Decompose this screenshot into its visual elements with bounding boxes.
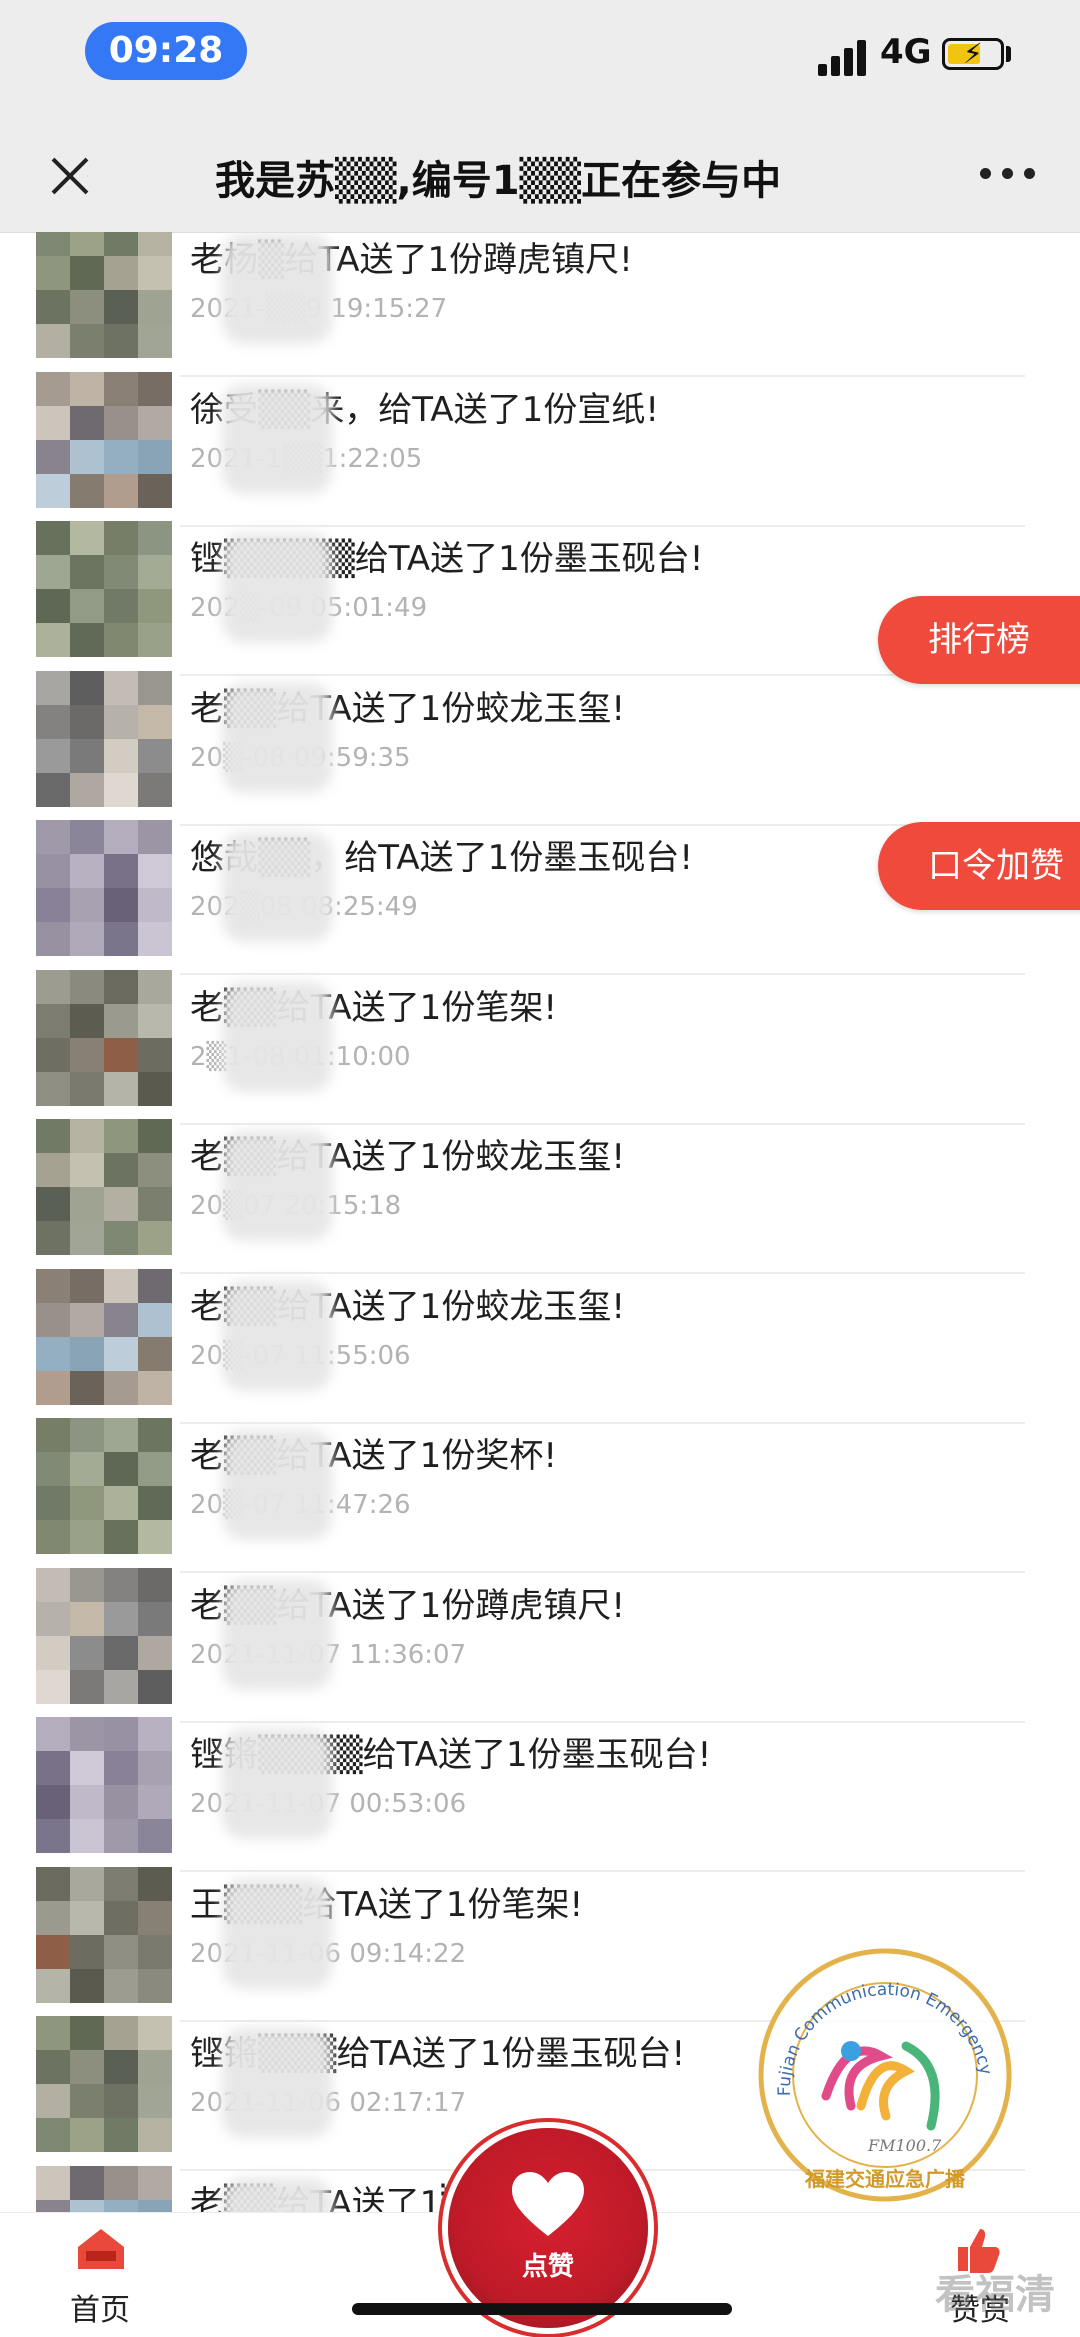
page-title: 我是苏▒▒,编号1▒▒正在参与中 (215, 158, 782, 204)
privacy-blur (222, 1729, 332, 1839)
watermark: 看福清 (935, 2272, 1055, 2318)
avatar[interactable] (36, 371, 172, 508)
avatar[interactable] (36, 2165, 172, 2212)
privacy-blur (222, 682, 332, 793)
code-like-button[interactable]: 口令加赞 (878, 822, 1080, 910)
signal-icon (818, 40, 870, 76)
avatar[interactable] (36, 521, 172, 657)
ranking-button[interactable]: 排行榜 (878, 596, 1080, 684)
battery-icon: ⚡ (942, 37, 1004, 70)
avatar[interactable] (36, 820, 172, 956)
gift-list[interactable]: 老杨▒给TA送了1份蹲虎镇尺!2021-▒▒9 19:15:27徐受▒▒来，给T… (0, 232, 1080, 2212)
avatar[interactable] (36, 2016, 172, 2152)
close-icon[interactable] (42, 148, 98, 204)
battery-tip (1006, 46, 1011, 62)
more-options-icon[interactable] (980, 168, 1040, 184)
privacy-blur (222, 1280, 332, 1391)
privacy-blur (222, 1131, 332, 1241)
list-item[interactable]: 徐受▒▒来，给TA送了1份宣纸!2021-1▒▒1:22:05 (0, 371, 1080, 527)
heart-icon (512, 2172, 584, 2236)
privacy-blur (222, 533, 332, 643)
like-label: 点赞 (521, 2252, 574, 2282)
seal-name: 福建交通应急广播 (804, 2167, 966, 2191)
seal-freq: FM100.7 (867, 2136, 942, 2155)
avatar[interactable] (36, 232, 172, 358)
privacy-blur (222, 2028, 332, 2138)
privacy-blur (222, 981, 332, 1092)
avatar[interactable] (36, 1268, 172, 1405)
list-item[interactable]: 铿锵▒▒▒▒给TA送了1份墨玉砚台!2021-11-07 00:53:06 (0, 1717, 1080, 1872)
radio-station-seal: Fujian Communication Emergency Radio FM1… (750, 1931, 1014, 2204)
avatar[interactable] (36, 1567, 172, 1704)
tab-home-label[interactable]: 首页 (70, 2285, 130, 2329)
avatar[interactable] (36, 1119, 172, 1255)
privacy-blur (222, 1878, 332, 1989)
avatar[interactable] (36, 670, 172, 807)
list-item[interactable]: 老▒▒给TA送了1份蛟龙玉玺!20▒-07 11:55:06 (0, 1268, 1080, 1424)
list-item[interactable]: 老▒▒给TA送了1份笔架!2▒1-08 01:10:00 (0, 969, 1080, 1125)
home-icon[interactable] (74, 2225, 128, 2271)
list-item[interactable]: 老杨▒给TA送了1份蹲虎镇尺!2021-▒▒9 19:15:27 (0, 232, 1080, 377)
avatar[interactable] (36, 1717, 172, 1853)
home-indicator[interactable] (352, 2303, 732, 2315)
privacy-blur (222, 383, 332, 494)
privacy-blur (222, 832, 332, 942)
nav-bar: 我是苏▒▒,编号1▒▒正在参与中 (0, 120, 1080, 233)
avatar[interactable] (36, 969, 172, 1106)
network-label: 4G (880, 32, 932, 72)
privacy-blur (222, 234, 332, 344)
list-item[interactable]: 老▒▒给TA送了1份蹲虎镇尺!2021-11-07 11:36:07 (0, 1567, 1080, 1723)
privacy-blur (222, 1430, 332, 1540)
list-item[interactable]: 老▒▒给TA送了1份蛟龙玉玺!20▒-08 09:59:35 (0, 670, 1080, 826)
list-item[interactable]: 老▒▒给TA送了1份蛟龙玉玺!20▒07 20:15:18 (0, 1119, 1080, 1274)
list-item[interactable]: 老▒▒给TA送了1份奖杯!20▒-07 11:47:26 (0, 1418, 1080, 1573)
privacy-blur (222, 2177, 332, 2212)
privacy-blur (222, 1579, 332, 1690)
status-time: 09:28 (85, 22, 247, 80)
avatar[interactable] (36, 1418, 172, 1554)
like-button[interactable]: 点赞 (448, 2128, 648, 2328)
avatar[interactable] (36, 1866, 172, 2003)
